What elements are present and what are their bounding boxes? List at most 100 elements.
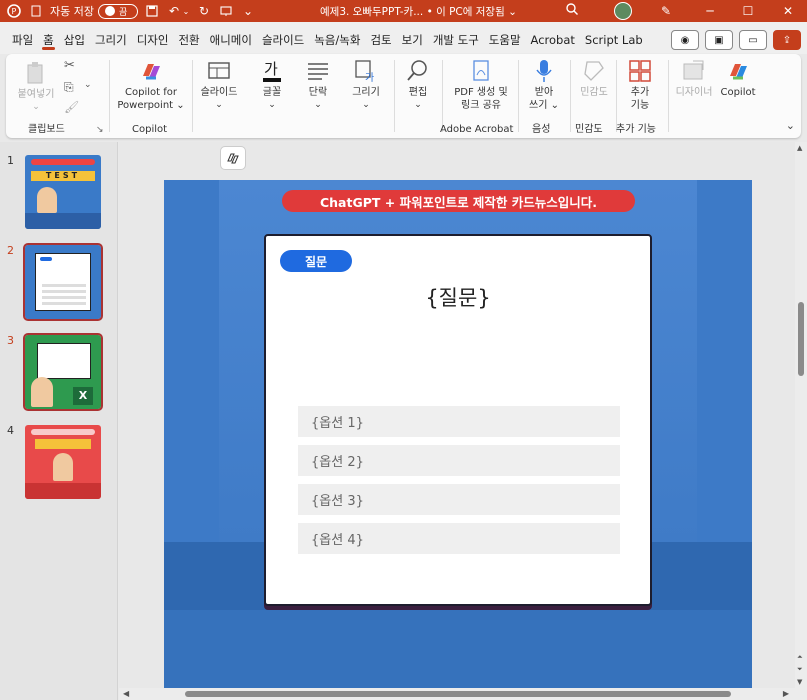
thumb-card bbox=[37, 343, 91, 379]
tab-tools: ◉ ▣ ▭ ⇪ bbox=[671, 30, 801, 50]
dictate-button[interactable]: 받아 쓰기 ⌄ bbox=[520, 58, 568, 112]
slide-thumbnail-1[interactable]: TEST bbox=[25, 155, 101, 229]
thumb-option bbox=[42, 296, 86, 299]
tab-home[interactable]: 홈 bbox=[38, 22, 59, 54]
cut-icon[interactable]: ✂ bbox=[64, 58, 75, 73]
copilot-for-powerpoint-button[interactable]: Copilot for Powerpoint ⌄ bbox=[112, 58, 190, 112]
next-slide-icon[interactable]: ⏷ bbox=[797, 665, 803, 674]
collapse-ribbon-icon[interactable]: ⌄ bbox=[786, 119, 795, 132]
slide-thumbnail-4[interactable] bbox=[25, 425, 101, 499]
prev-slide-icon[interactable]: ⏶ bbox=[797, 653, 803, 662]
paste-label: 붙여넣기 bbox=[17, 89, 55, 100]
font-button[interactable]: 가 글꼴 ⌄ bbox=[250, 58, 294, 112]
tab-help[interactable]: 도움말 bbox=[484, 22, 526, 54]
tab-developer[interactable]: 개발 도구 bbox=[428, 22, 484, 54]
question-title[interactable]: {질문} bbox=[266, 282, 650, 312]
thumb-test-label: TEST bbox=[31, 171, 95, 181]
autosave-state: 끔 bbox=[118, 7, 128, 18]
separator bbox=[394, 60, 395, 132]
scroll-right-icon[interactable]: ▶ bbox=[783, 689, 789, 698]
question-card[interactable]: 질문 {질문} {옵션 1} {옵션 2} {옵션 3} {옵션 4} bbox=[264, 234, 652, 606]
tab-draw[interactable]: 그리기 bbox=[90, 22, 132, 54]
tab-transitions[interactable]: 전환 bbox=[173, 22, 204, 54]
pdf-create-share-button[interactable]: PDF 생성 및 링크 공유 bbox=[446, 58, 516, 112]
addins-button[interactable]: 추가 기능 bbox=[618, 58, 662, 112]
redo-icon[interactable]: ↻ bbox=[196, 3, 212, 19]
toggle-knob bbox=[104, 6, 115, 16]
editing-button[interactable]: 편집 ⌄ bbox=[398, 58, 438, 112]
comment-icon[interactable]: ▭ bbox=[739, 30, 767, 50]
slide-banner[interactable]: ChatGPT + 파워포인트로 제작한 카드뉴스입니다. bbox=[282, 190, 635, 212]
thumb-option bbox=[42, 302, 86, 305]
horizontal-scrollbar[interactable]: ◀ ▶ bbox=[119, 688, 807, 700]
autosave-label: 자동 저장 bbox=[50, 5, 94, 18]
sensitivity-group-label: 민감도 bbox=[575, 124, 603, 135]
clipboard-launcher-icon[interactable]: ↘ bbox=[96, 125, 104, 135]
thumb-banner bbox=[31, 429, 95, 435]
tab-insert[interactable]: 삽입 bbox=[59, 22, 90, 54]
copilot-btn-line1: Copilot for bbox=[125, 87, 177, 98]
scroll-down-icon[interactable]: ▼ bbox=[797, 678, 802, 686]
format-painter-icon[interactable]: 🖌 bbox=[64, 100, 79, 114]
tab-script-lab[interactable]: Script Lab bbox=[580, 22, 648, 54]
tab-file[interactable]: 파일 bbox=[7, 22, 38, 54]
tab-acrobat[interactable]: Acrobat bbox=[526, 22, 580, 54]
minimize-icon[interactable]: ─ bbox=[692, 0, 728, 22]
thumb-character bbox=[53, 453, 73, 481]
option-1[interactable]: {옵션 1} bbox=[298, 406, 620, 437]
scroll-up-icon[interactable]: ▲ bbox=[797, 144, 802, 152]
acrobat-group-label: Adobe Acrobat bbox=[440, 124, 514, 135]
undo-icon[interactable]: ↶ bbox=[166, 3, 182, 19]
scroll-left-icon[interactable]: ◀ bbox=[123, 689, 129, 698]
more-icon[interactable]: ⌄ bbox=[240, 3, 256, 19]
slide-canvas[interactable]: ChatGPT + 파워포인트로 제작한 카드뉴스입니다. 질문 {질문} {옵… bbox=[164, 180, 752, 688]
option-3[interactable]: {옵션 3} bbox=[298, 484, 620, 515]
copy-icon[interactable]: ⎘ bbox=[64, 80, 74, 95]
paste-button[interactable]: 붙여넣기 ⌄ bbox=[14, 60, 58, 114]
drawing-dropdown-icon: ⌄ bbox=[362, 100, 370, 110]
tab-animations[interactable]: 애니메이 bbox=[205, 22, 257, 54]
tab-review[interactable]: 검토 bbox=[365, 22, 396, 54]
addins-line2: 기능 bbox=[630, 100, 650, 111]
share-icon[interactable]: ⇪ bbox=[773, 30, 801, 50]
sensitivity-button[interactable]: 민감도 bbox=[572, 58, 616, 99]
separator bbox=[442, 60, 443, 132]
shapes-icon: 가 bbox=[355, 60, 374, 84]
question-badge[interactable]: 질문 bbox=[280, 250, 352, 272]
close-icon[interactable]: ✕ bbox=[770, 0, 806, 22]
record-icon[interactable]: ◉ bbox=[671, 30, 699, 50]
powerpoint-logo-icon: P bbox=[6, 3, 22, 19]
copilot-button[interactable]: Copilot bbox=[716, 58, 760, 99]
copilot-float-button[interactable] bbox=[220, 146, 246, 170]
pen-icon[interactable]: ✎ bbox=[648, 0, 684, 22]
tab-view[interactable]: 보기 bbox=[397, 22, 428, 54]
present-icon[interactable] bbox=[218, 3, 234, 19]
slide-thumbnail-3[interactable]: X bbox=[23, 333, 103, 411]
avatar[interactable] bbox=[614, 2, 632, 20]
copy-dropdown-icon[interactable]: ⌄ bbox=[84, 80, 92, 90]
tab-slideshow[interactable]: 슬라이드 bbox=[257, 22, 309, 54]
slides-button[interactable]: 슬라이드 ⌄ bbox=[196, 58, 242, 112]
slide-thumbnail-2[interactable] bbox=[23, 243, 103, 321]
undo-dropdown-icon[interactable]: ⌄ bbox=[182, 3, 190, 19]
quick-access-icon[interactable] bbox=[28, 3, 44, 19]
tab-design[interactable]: 디자인 bbox=[132, 22, 174, 54]
designer-button[interactable]: 디자이너 bbox=[670, 58, 718, 99]
thumb-option bbox=[42, 290, 86, 293]
search-icon[interactable] bbox=[565, 2, 583, 20]
document-title[interactable]: 예제3. 오빠두PPT-카... • 이 PC에 저장됨 ⌄ bbox=[320, 4, 517, 19]
vertical-scrollbar-thumb[interactable] bbox=[798, 302, 804, 376]
autosave-toggle[interactable]: 끔 bbox=[97, 3, 138, 19]
teams-icon[interactable]: ▣ bbox=[705, 30, 733, 50]
maximize-icon[interactable]: ☐ bbox=[730, 0, 766, 22]
option-2[interactable]: {옵션 2} bbox=[298, 445, 620, 476]
horizontal-scrollbar-thumb[interactable] bbox=[185, 691, 731, 697]
ribbon: 붙여넣기 ⌄ ✂ ⎘ ⌄ 🖌 클립보드 ↘ Copilot for Powerp… bbox=[6, 54, 801, 138]
vertical-scrollbar[interactable]: ▲ ⏶ ⏷ ▼ bbox=[795, 142, 807, 688]
tab-record[interactable]: 녹음/녹화 bbox=[309, 22, 365, 54]
drawing-button[interactable]: 가 그리기 ⌄ bbox=[344, 58, 388, 112]
copilot-icon bbox=[730, 64, 747, 80]
save-icon[interactable] bbox=[144, 3, 160, 19]
paragraph-button[interactable]: 단락 ⌄ bbox=[298, 58, 338, 112]
option-4[interactable]: {옵션 4} bbox=[298, 523, 620, 554]
